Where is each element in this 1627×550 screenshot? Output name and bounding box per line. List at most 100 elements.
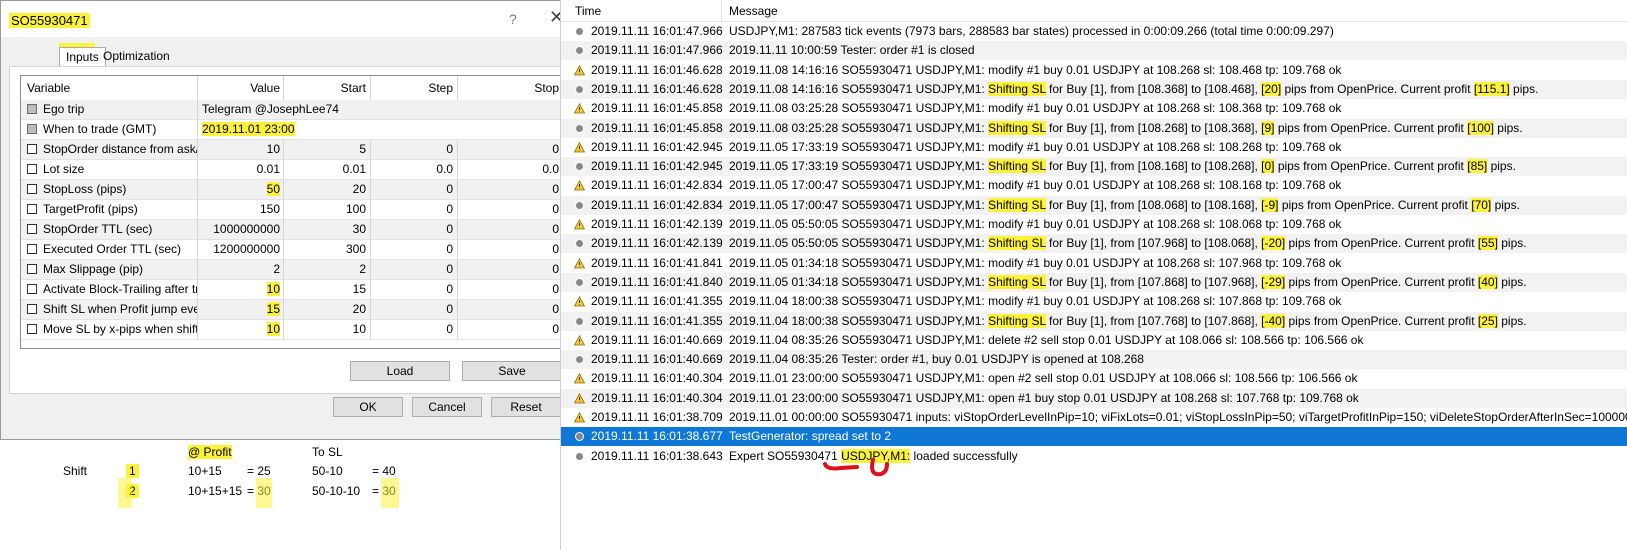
column-start[interactable]: Start	[283, 76, 370, 100]
help-icon[interactable]: ?	[509, 11, 517, 27]
param-step[interactable]: 0	[370, 320, 457, 339]
journal-row[interactable]: 2019.11.11 16:01:42.139 2019.11.05 05:50:…	[561, 215, 1627, 234]
journal-row[interactable]: 2019.11.11 16:01:41.841 2019.11.05 01:34:…	[561, 254, 1627, 273]
param-step[interactable]: 0	[370, 300, 457, 319]
param-row[interactable]: Lot size 0.01 0.01 0.0 0.0	[21, 160, 565, 180]
param-step[interactable]: 0	[370, 240, 457, 259]
param-step[interactable]: 0	[370, 280, 457, 299]
param-value[interactable]: 1200000000	[197, 240, 283, 259]
checkbox[interactable]	[27, 104, 37, 114]
param-row[interactable]: Move SL by x-pips when shifti... 10 10 0…	[21, 320, 565, 340]
checkbox[interactable]	[27, 304, 37, 314]
column-stop[interactable]: Stop	[457, 76, 565, 100]
checkbox[interactable]	[27, 264, 37, 274]
param-value[interactable]: 15	[266, 302, 280, 316]
param-value[interactable]: 1000000000	[197, 220, 283, 239]
param-stop[interactable]: 0	[457, 320, 565, 339]
param-stop[interactable]: 0	[457, 200, 565, 219]
param-stop[interactable]: 0.0	[457, 160, 565, 179]
param-row[interactable]: StopOrder TTL (sec) 1000000000 30 0 0	[21, 220, 565, 240]
journal-row[interactable]: 2019.11.11 16:01:40.304 2019.11.01 23:00:…	[561, 388, 1627, 408]
param-value[interactable]: 10	[266, 322, 280, 336]
checkbox[interactable]	[27, 144, 37, 154]
param-row[interactable]: Max Slippage (pip) 2 2 0 0	[21, 260, 565, 280]
param-stop[interactable]: 0	[457, 240, 565, 259]
journal-row[interactable]: 2019.11.11 16:01:40.669 2019.11.04 08:35:…	[561, 331, 1627, 350]
param-value[interactable]: 0.01	[197, 160, 283, 179]
journal-row[interactable]: 2019.11.11 16:01:42.945 2019.11.05 17:33:…	[561, 138, 1627, 157]
param-row[interactable]: StopLoss (pips) 50 20 0 0	[21, 180, 565, 200]
param-step[interactable]: 0	[370, 200, 457, 219]
checkbox[interactable]	[27, 184, 37, 194]
journal-row[interactable]: 2019.11.11 16:01:42.945 2019.11.05 17:33:…	[561, 157, 1627, 177]
param-start[interactable]: 5	[283, 140, 370, 159]
param-step[interactable]: 0	[370, 180, 457, 199]
param-row[interactable]: StopOrder distance from ask/... 10 5 0 0	[21, 140, 565, 160]
param-row[interactable]: TargetProfit (pips) 150 100 0 0	[21, 200, 565, 220]
param-stop[interactable]: 0	[457, 220, 565, 239]
param-start[interactable]: 20	[283, 300, 370, 319]
cancel-button[interactable]: Cancel	[412, 397, 482, 417]
journal-row[interactable]: 2019.11.11 16:01:40.669 2019.11.04 08:35:…	[561, 350, 1627, 370]
journal-row[interactable]: 2019.11.11 16:01:42.834 2019.11.05 17:00:…	[561, 176, 1627, 195]
param-start[interactable]: 300	[283, 240, 370, 259]
checkbox[interactable]	[27, 244, 37, 254]
journal-row[interactable]: 2019.11.11 16:01:42.834 2019.11.05 17:00:…	[561, 195, 1627, 215]
column-divider[interactable]	[721, 0, 722, 21]
param-value[interactable]: 2019.11.01 23:00	[202, 122, 295, 136]
journal-row[interactable]: 2019.11.11 16:01:40.304 2019.11.01 23:00:…	[561, 369, 1627, 388]
param-row[interactable]: Shift SL when Profit jump ever... 15 20 …	[21, 300, 565, 320]
journal-row[interactable]: 2019.11.11 16:01:41.840 2019.11.05 01:34:…	[561, 272, 1627, 292]
journal-row[interactable]: 2019.11.11 16:01:38.677 TestGenerator: sp…	[561, 427, 1627, 447]
param-value[interactable]: 10	[197, 140, 283, 159]
checkbox[interactable]	[27, 284, 37, 294]
checkbox[interactable]	[27, 164, 37, 174]
param-row[interactable]: Executed Order TTL (sec) 1200000000 300 …	[21, 240, 565, 260]
param-stop[interactable]: 0	[457, 260, 565, 279]
param-step[interactable]: 0	[370, 220, 457, 239]
checkbox[interactable]	[27, 324, 37, 334]
param-stop[interactable]: 0	[457, 300, 565, 319]
column-value[interactable]: Value	[197, 76, 283, 100]
param-start[interactable]: 15	[283, 280, 370, 299]
journal-row[interactable]: 2019.11.11 16:01:41.355 2019.11.04 18:00:…	[561, 311, 1627, 331]
param-start[interactable]: 10	[283, 320, 370, 339]
param-row[interactable]: Ego trip Telegram @JosephLee74	[21, 100, 565, 120]
param-stop[interactable]: 0	[457, 140, 565, 159]
param-row[interactable]: Activate Block-Trailing after tr... 10 1…	[21, 280, 565, 300]
param-stop[interactable]: 0	[457, 280, 565, 299]
param-value[interactable]: 50	[266, 182, 280, 196]
param-value[interactable]: 10	[266, 282, 280, 296]
journal-row[interactable]: 2019.11.11 16:01:46.628 2019.11.08 14:16:…	[561, 61, 1627, 80]
journal-row[interactable]: 2019.11.11 16:01:47.966 USDJPY,M1: 287583…	[561, 22, 1627, 41]
tab-optimization[interactable]: Optimization	[99, 47, 174, 66]
param-start[interactable]: 100	[283, 200, 370, 219]
param-step[interactable]: 0	[370, 140, 457, 159]
param-start[interactable]: 0.01	[283, 160, 370, 179]
column-variable[interactable]: Variable	[21, 76, 197, 100]
journal-row[interactable]: 2019.11.11 16:01:45.858 2019.11.08 03:25:…	[561, 118, 1627, 138]
ok-button[interactable]: OK	[333, 397, 403, 417]
journal-row[interactable]: 2019.11.11 16:01:45.858 2019.11.08 03:25:…	[561, 99, 1627, 118]
journal-row[interactable]: 2019.11.11 16:01:38.709 2019.11.01 00:00:…	[561, 408, 1627, 427]
param-start[interactable]: 2	[283, 260, 370, 279]
journal-row[interactable]: 2019.11.11 16:01:42.139 2019.11.05 05:50:…	[561, 234, 1627, 254]
checkbox[interactable]	[27, 204, 37, 214]
journal-row[interactable]: 2019.11.11 16:01:46.628 2019.11.08 14:16:…	[561, 79, 1627, 99]
param-step[interactable]: 0.0	[370, 160, 457, 179]
param-start[interactable]: 30	[283, 220, 370, 239]
journal-row[interactable]: 2019.11.11 16:01:47.966 2019.11.11 10:00:…	[561, 41, 1627, 61]
param-start[interactable]: 20	[283, 180, 370, 199]
reset-button[interactable]: Reset	[491, 397, 561, 417]
load-button[interactable]: Load	[350, 361, 450, 381]
param-value[interactable]: 150	[197, 200, 283, 219]
save-button[interactable]: Save	[462, 361, 562, 381]
checkbox[interactable]	[27, 224, 37, 234]
journal-row[interactable]: 2019.11.11 16:01:38.643 Expert SO55930471…	[561, 447, 1627, 466]
param-value[interactable]: Telegram @JosephLee74	[197, 100, 565, 119]
column-time[interactable]: Time	[575, 4, 601, 18]
column-step[interactable]: Step	[370, 76, 457, 100]
param-row[interactable]: When to trade (GMT) 2019.11.01 23:00	[21, 120, 565, 140]
checkbox[interactable]	[27, 124, 37, 134]
journal-row[interactable]: 2019.11.11 16:01:41.355 2019.11.04 18:00:…	[561, 292, 1627, 311]
